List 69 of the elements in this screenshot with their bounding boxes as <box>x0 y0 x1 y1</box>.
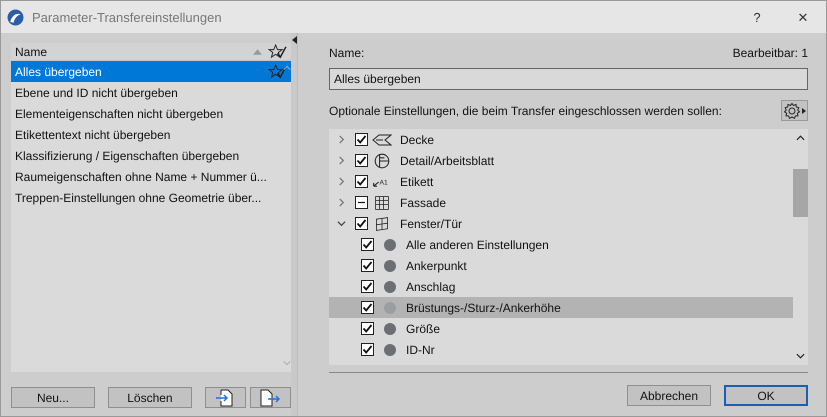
expand-caret-icon[interactable] <box>337 156 346 165</box>
setting-row[interactable]: ID-Nr <box>329 339 793 360</box>
cancel-button[interactable]: Abbrechen <box>627 385 711 406</box>
preset-item[interactable]: Ebene und ID nicht übergeben <box>11 82 291 103</box>
expand-caret-icon[interactable] <box>337 198 346 207</box>
category-label: Fenster/Tür <box>400 216 462 230</box>
close-button[interactable]: ✕ <box>780 1 826 33</box>
checkbox[interactable] <box>361 280 374 293</box>
category-label: Detail/Arbeitsblatt <box>400 154 494 168</box>
text-button[interactable]: Löschen <box>108 387 192 408</box>
help-button[interactable]: ? <box>734 1 780 33</box>
import-button[interactable] <box>204 387 246 408</box>
setting-row[interactable]: Brüstungs-/Sturz-/Ankerhöhe <box>329 297 793 318</box>
checkbox[interactable] <box>355 196 368 209</box>
window-title: Parameter-Transfereinstellungen <box>32 10 222 24</box>
collapse-caret-icon[interactable] <box>337 219 346 228</box>
export-button[interactable] <box>250 387 291 408</box>
name-label: Name: <box>329 46 364 60</box>
dot-icon <box>384 322 396 334</box>
app-logo-icon <box>7 8 24 26</box>
checkbox[interactable] <box>355 175 368 188</box>
preset-item[interactable]: Treppen-Einstellungen ohne Geometrie über... <box>11 187 291 208</box>
checkbox[interactable] <box>361 238 374 251</box>
checkbox[interactable] <box>361 301 374 314</box>
category-label: Etikett <box>400 174 434 188</box>
checkbox[interactable] <box>361 322 374 335</box>
preset-item[interactable]: Etikettentext nicht übergeben <box>11 124 291 145</box>
options-label: Optionale Einstellungen, die beim Transfer eingeschlossen werden sollen: <box>329 104 722 118</box>
checkbox[interactable] <box>361 259 374 272</box>
preset-item[interactable]: Alles übergeben <box>11 61 291 82</box>
checkbox[interactable] <box>361 343 374 356</box>
checkbox[interactable] <box>355 133 368 146</box>
setting-row[interactable]: Alle anderen Einstellungen <box>329 234 793 255</box>
setting-row[interactable]: Anschlag <box>329 276 793 297</box>
preset-item[interactable]: Klassifizierung / Eigenschaften übergeben <box>11 145 291 166</box>
collapse-arrow-icon[interactable] <box>292 36 297 44</box>
scroll-up-icon[interactable] <box>283 65 291 71</box>
preset-item[interactable]: Elementeigenschaften nicht übergeben <box>11 103 291 124</box>
star-check-icon <box>268 64 287 79</box>
text-button[interactable]: Neu... <box>11 387 95 408</box>
slab-icon <box>372 132 392 148</box>
editable-count: Bearbeitbar: 1 <box>732 46 808 60</box>
curtain-wall-icon <box>372 194 392 210</box>
checkbox[interactable] <box>355 217 368 230</box>
checkbox[interactable] <box>355 154 368 167</box>
sort-arrow-icon <box>253 48 262 54</box>
scrollbar-thumb[interactable] <box>793 169 808 217</box>
expand-caret-icon[interactable] <box>337 177 346 186</box>
import-file-icon <box>215 388 236 408</box>
preset-item[interactable]: Raumeigenschaften ohne Name + Nummer ü... <box>11 166 291 187</box>
star-check-icon <box>268 44 287 59</box>
detail-marker-icon <box>372 152 392 168</box>
category-label: Decke <box>400 132 434 146</box>
name-field[interactable]: Alles übergeben <box>329 68 808 90</box>
settings-button[interactable] <box>781 100 808 121</box>
settings-icon <box>782 102 806 120</box>
scroll-up-icon[interactable] <box>796 135 805 141</box>
category-label: Fassade <box>400 196 446 210</box>
export-file-icon <box>259 388 282 408</box>
dot-icon <box>384 302 396 314</box>
dot-icon <box>384 238 396 250</box>
expand-caret-icon[interactable] <box>337 135 346 144</box>
dot-icon <box>384 344 396 356</box>
setting-row[interactable]: Ankerpunkt <box>329 255 793 276</box>
scroll-down-icon[interactable] <box>796 353 805 359</box>
ok-button[interactable]: OK <box>724 385 808 406</box>
dot-icon <box>384 260 396 272</box>
dot-icon <box>384 280 396 292</box>
setting-row[interactable]: Größe <box>329 318 793 339</box>
